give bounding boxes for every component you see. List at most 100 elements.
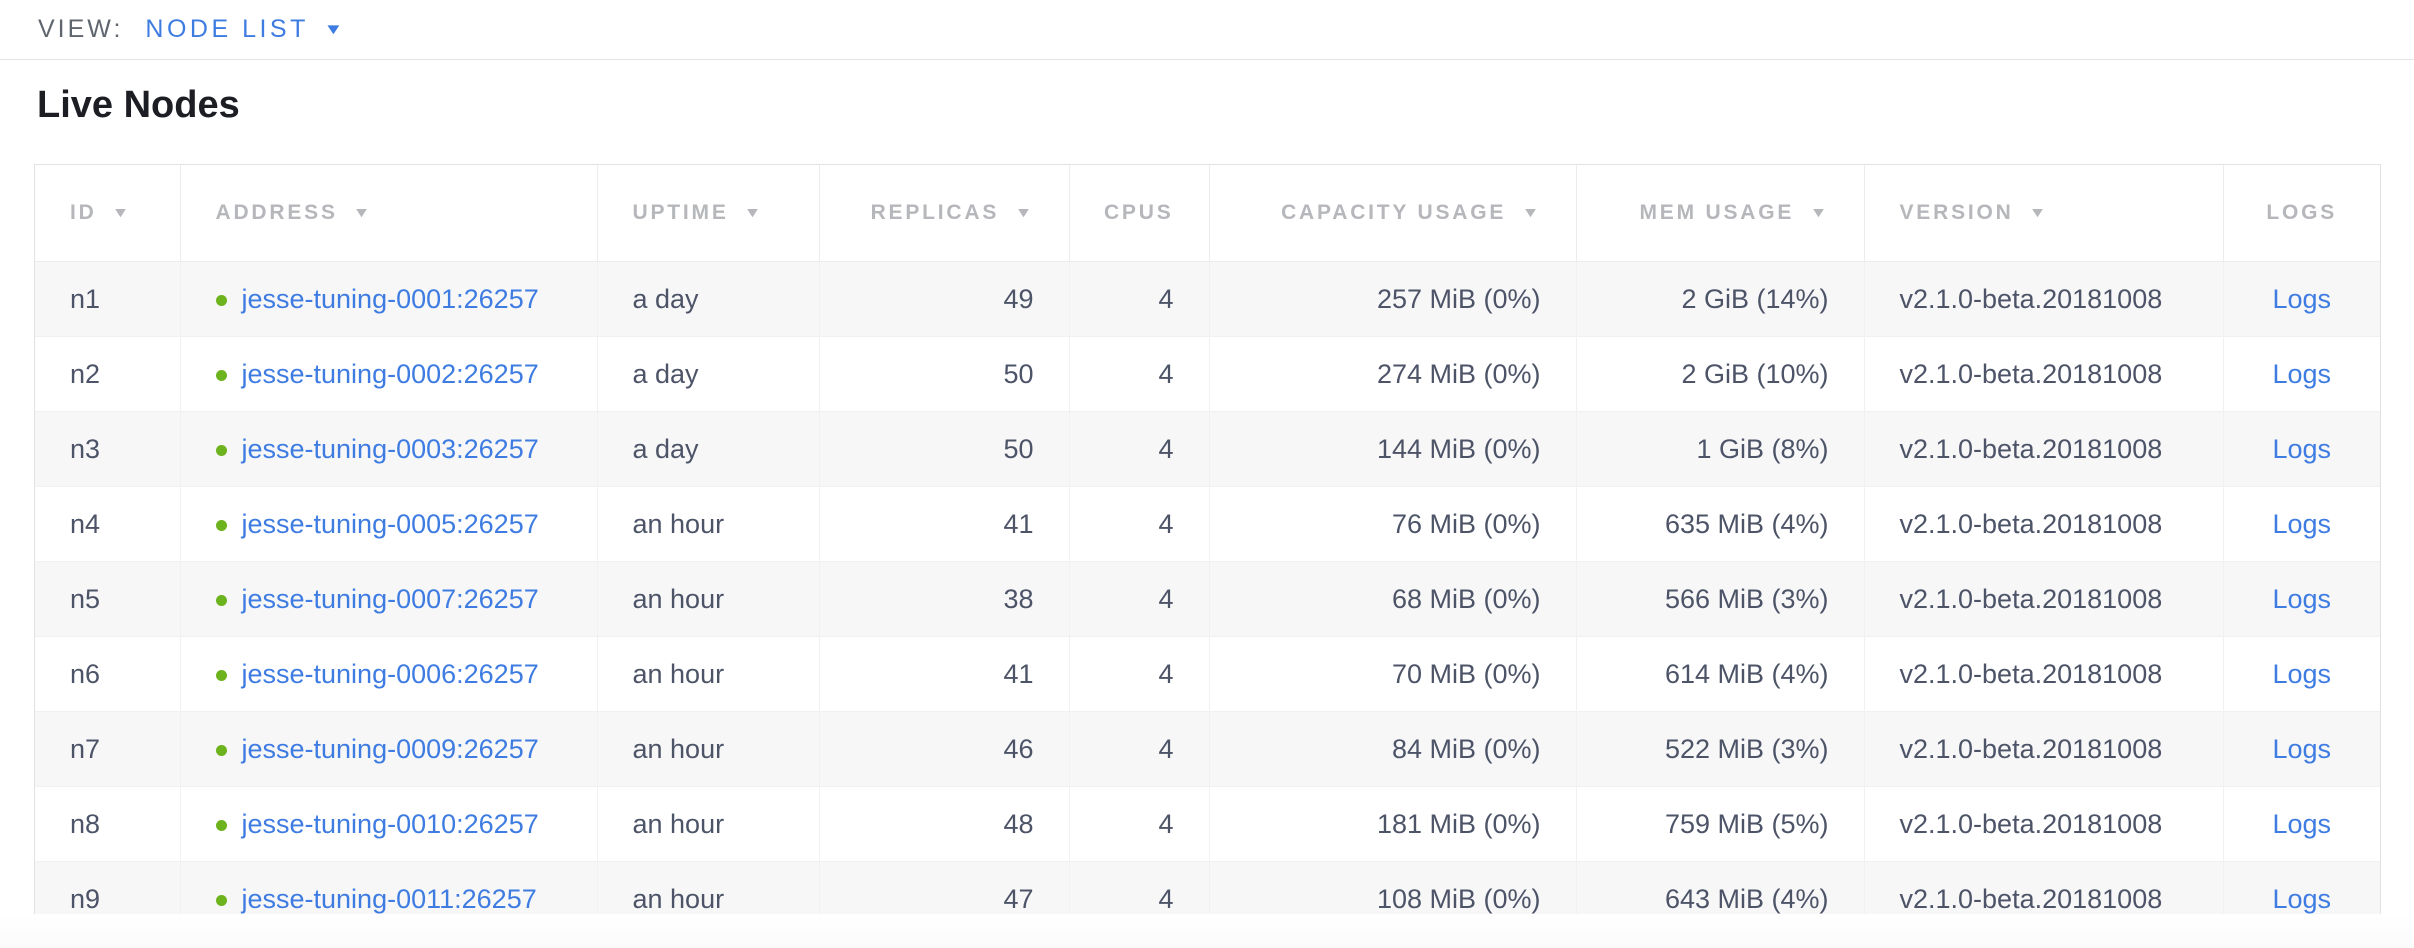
- node-address-link[interactable]: jesse-tuning-0006:26257: [242, 659, 539, 689]
- column-header-uptime[interactable]: UPTIME ▼: [597, 165, 819, 262]
- cell-mem-usage: 614 MiB (4%): [1576, 637, 1864, 712]
- node-version: v2.1.0-beta.20181008: [1900, 734, 2163, 764]
- sort-caret-icon: ▼: [1014, 204, 1036, 220]
- logs-link[interactable]: Logs: [2272, 434, 2331, 464]
- logs-link[interactable]: Logs: [2272, 584, 2331, 614]
- column-header-capacity[interactable]: CAPACITY USAGE ▼: [1209, 165, 1576, 262]
- node-address-link[interactable]: jesse-tuning-0007:26257: [242, 584, 539, 614]
- cell-cpus: 4: [1069, 337, 1209, 412]
- logs-link[interactable]: Logs: [2272, 809, 2331, 839]
- cell-cpus: 4: [1069, 412, 1209, 487]
- node-address-link[interactable]: jesse-tuning-0003:26257: [242, 434, 539, 464]
- node-status-ok-icon: [216, 445, 227, 456]
- cell-id: n1: [35, 262, 180, 337]
- cell-id: n2: [35, 337, 180, 412]
- cell-id: n9: [35, 862, 180, 937]
- cell-uptime: a day: [597, 262, 819, 337]
- node-address-link[interactable]: jesse-tuning-0001:26257: [242, 284, 539, 314]
- column-header-replicas[interactable]: REPLICAS ▼: [819, 165, 1069, 262]
- node-address-link[interactable]: jesse-tuning-0010:26257: [242, 809, 539, 839]
- cell-id: n7: [35, 712, 180, 787]
- logs-link[interactable]: Logs: [2272, 734, 2331, 764]
- cell-uptime: an hour: [597, 487, 819, 562]
- node-cpus: 4: [1158, 884, 1173, 914]
- node-capacity-usage: 68 MiB (0%): [1392, 584, 1541, 614]
- cell-capacity-usage: 84 MiB (0%): [1209, 712, 1576, 787]
- cell-replicas: 46: [819, 712, 1069, 787]
- node-address-link[interactable]: jesse-tuning-0005:26257: [242, 509, 539, 539]
- cell-mem-usage: 759 MiB (5%): [1576, 787, 1864, 862]
- sort-caret-icon: ▼: [2029, 204, 2051, 220]
- cell-capacity-usage: 68 MiB (0%): [1209, 562, 1576, 637]
- cell-cpus: 4: [1069, 862, 1209, 937]
- column-header-logs: LOGS: [2223, 165, 2380, 262]
- logs-link[interactable]: Logs: [2272, 884, 2331, 914]
- column-header-label: MEM USAGE: [1639, 201, 1794, 224]
- logs-link[interactable]: Logs: [2272, 359, 2331, 389]
- cell-id: n8: [35, 787, 180, 862]
- column-header-address[interactable]: ADDRESS ▼: [180, 165, 597, 262]
- table-row: n7 jesse-tuning-0009:26257 an hour 46 4 …: [35, 712, 2380, 787]
- cell-capacity-usage: 108 MiB (0%): [1209, 862, 1576, 937]
- column-header-mem[interactable]: MEM USAGE ▼: [1576, 165, 1864, 262]
- cell-mem-usage: 635 MiB (4%): [1576, 487, 1864, 562]
- cell-address: jesse-tuning-0010:26257: [180, 787, 597, 862]
- node-address-link[interactable]: jesse-tuning-0011:26257: [242, 884, 537, 914]
- node-id: n1: [70, 284, 100, 314]
- node-cpus: 4: [1158, 284, 1173, 314]
- node-replicas: 50: [1003, 359, 1033, 389]
- logs-link[interactable]: Logs: [2272, 659, 2331, 689]
- node-address-link[interactable]: jesse-tuning-0002:26257: [242, 359, 539, 389]
- node-id: n7: [70, 734, 100, 764]
- node-mem-usage: 643 MiB (4%): [1665, 884, 1829, 914]
- cell-logs: Logs: [2223, 712, 2380, 787]
- table-row: n4 jesse-tuning-0005:26257 an hour 41 4 …: [35, 487, 2380, 562]
- node-version: v2.1.0-beta.20181008: [1900, 284, 2163, 314]
- cell-address: jesse-tuning-0009:26257: [180, 712, 597, 787]
- node-id: n8: [70, 809, 100, 839]
- cell-version: v2.1.0-beta.20181008: [1864, 712, 2223, 787]
- cell-mem-usage: 566 MiB (3%): [1576, 562, 1864, 637]
- table-row: n8 jesse-tuning-0010:26257 an hour 48 4 …: [35, 787, 2380, 862]
- node-id: n3: [70, 434, 100, 464]
- node-replicas: 47: [1003, 884, 1033, 914]
- column-header-id[interactable]: ID ▼: [35, 165, 180, 262]
- node-replicas: 46: [1003, 734, 1033, 764]
- sort-caret-icon: ▼: [112, 204, 134, 220]
- column-header-label: VERSION: [1900, 201, 2014, 224]
- node-cpus: 4: [1158, 584, 1173, 614]
- node-id: n6: [70, 659, 100, 689]
- view-selector-dropdown[interactable]: NODE LIST ▼: [145, 15, 340, 44]
- node-mem-usage: 566 MiB (3%): [1665, 584, 1829, 614]
- cell-address: jesse-tuning-0003:26257: [180, 412, 597, 487]
- logs-link[interactable]: Logs: [2272, 509, 2331, 539]
- node-version: v2.1.0-beta.20181008: [1900, 809, 2163, 839]
- node-version: v2.1.0-beta.20181008: [1900, 434, 2163, 464]
- cell-uptime: a day: [597, 412, 819, 487]
- node-status-ok-icon: [216, 745, 227, 756]
- cell-replicas: 49: [819, 262, 1069, 337]
- cell-capacity-usage: 76 MiB (0%): [1209, 487, 1576, 562]
- node-capacity-usage: 70 MiB (0%): [1392, 659, 1541, 689]
- table-header-row: ID ▼ ADDRESS ▼ UPTIME ▼ REPLICAS ▼ CPUS …: [35, 165, 2380, 262]
- node-status-ok-icon: [216, 370, 227, 381]
- sort-caret-icon: ▼: [353, 204, 375, 220]
- cell-cpus: 4: [1069, 487, 1209, 562]
- node-capacity-usage: 144 MiB (0%): [1377, 434, 1541, 464]
- node-uptime: a day: [633, 434, 699, 464]
- column-header-version[interactable]: VERSION ▼: [1864, 165, 2223, 262]
- node-mem-usage: 2 GiB (10%): [1681, 359, 1828, 389]
- nodes-table: ID ▼ ADDRESS ▼ UPTIME ▼ REPLICAS ▼ CPUS …: [35, 165, 2380, 936]
- node-replicas: 41: [1003, 659, 1033, 689]
- cell-replicas: 41: [819, 487, 1069, 562]
- cell-capacity-usage: 144 MiB (0%): [1209, 412, 1576, 487]
- cell-replicas: 47: [819, 862, 1069, 937]
- node-capacity-usage: 274 MiB (0%): [1377, 359, 1541, 389]
- table-row: n3 jesse-tuning-0003:26257 a day 50 4 14…: [35, 412, 2380, 487]
- column-header-label: ID: [70, 201, 97, 224]
- node-address-link[interactable]: jesse-tuning-0009:26257: [242, 734, 539, 764]
- cell-address: jesse-tuning-0005:26257: [180, 487, 597, 562]
- cell-version: v2.1.0-beta.20181008: [1864, 787, 2223, 862]
- node-version: v2.1.0-beta.20181008: [1900, 359, 2163, 389]
- logs-link[interactable]: Logs: [2272, 284, 2331, 314]
